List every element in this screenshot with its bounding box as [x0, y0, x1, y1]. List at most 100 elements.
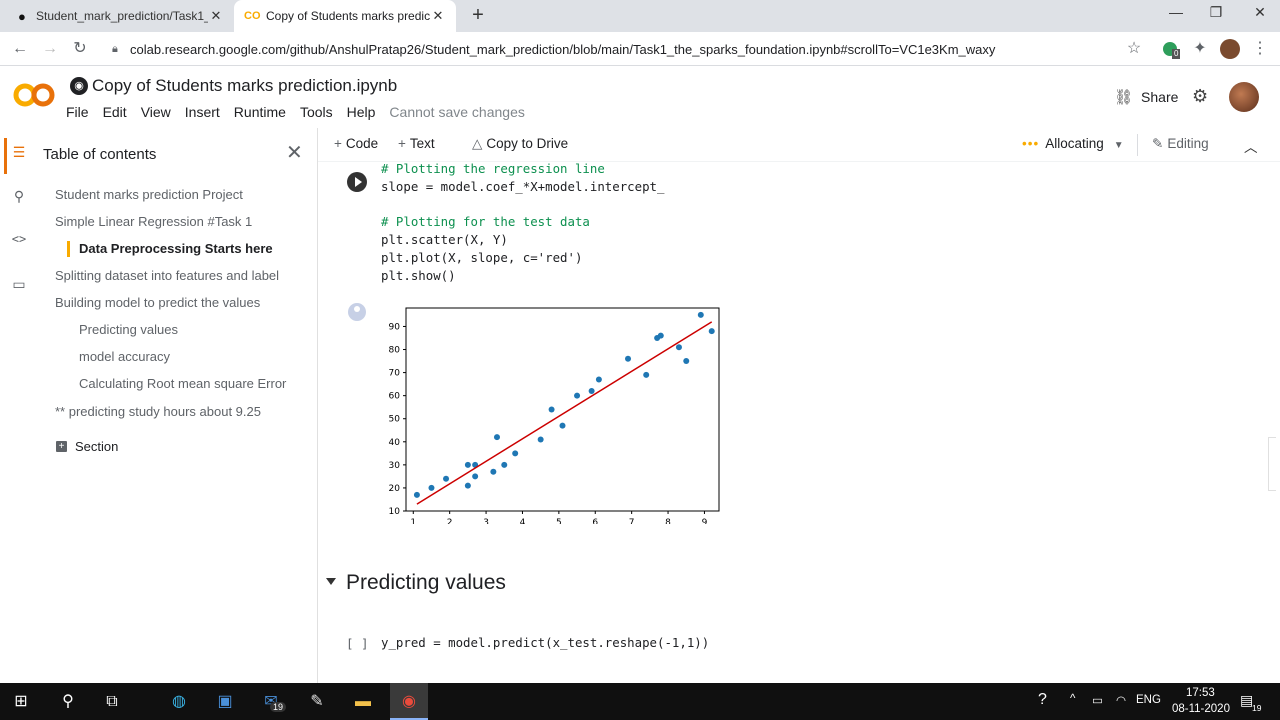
wifi-icon[interactable]: ◠ — [1116, 693, 1126, 707]
x-tick-label: 9 — [702, 518, 708, 524]
extensions-puzzle-icon[interactable]: ✦ — [1188, 37, 1212, 61]
chrome-icon[interactable]: ◉ — [396, 689, 422, 715]
search-icon[interactable]: ⚲ — [55, 689, 81, 715]
close-icon[interactable]: ✕ — [286, 140, 303, 165]
browser-tab[interactable]: ● Student_mark_prediction/Task1_t ✕ — [8, 0, 234, 32]
collapse-chevron-up-icon[interactable]: ︿ — [1244, 136, 1258, 156]
url-text: colab.research.google.com/github/AnshulP… — [130, 41, 996, 57]
language-indicator[interactable]: ENG — [1136, 694, 1161, 706]
y-tick-label: 30 — [389, 461, 401, 471]
collapse-caret-icon[interactable] — [326, 578, 336, 585]
task-view-icon[interactable]: ⧉ — [99, 689, 125, 715]
scatter-point — [490, 468, 497, 475]
menu-runtime[interactable]: Runtime — [234, 104, 286, 120]
minimize-icon[interactable]: — — [1156, 4, 1196, 26]
code-snippets-icon[interactable]: <> — [8, 232, 30, 254]
scatter-point — [625, 355, 632, 362]
search-icon[interactable]: ⚲ — [8, 188, 30, 210]
browser-menu-icon[interactable]: ⋮ — [1248, 37, 1272, 61]
toc-item[interactable]: model accuracy — [79, 349, 170, 364]
menu-view[interactable]: View — [141, 104, 171, 120]
scatter-point — [675, 344, 682, 351]
colab-logo — [13, 83, 55, 107]
plot-frame — [405, 307, 720, 512]
toc-item[interactable]: Building model to predict the values — [55, 295, 260, 310]
plus-icon: + — [334, 136, 342, 151]
tray-chevron-up-icon[interactable]: ^ — [1070, 693, 1075, 705]
menu-insert[interactable]: Insert — [185, 104, 220, 120]
settings-gear-icon[interactable]: ⚙ — [1192, 86, 1208, 107]
help-icon[interactable]: ? — [1038, 691, 1047, 709]
clock-date[interactable]: 08-11-2020 — [1172, 703, 1230, 715]
folder-icon[interactable]: ▭ — [8, 276, 30, 298]
toc-item[interactable]: Splitting dataset into features and labe… — [55, 268, 279, 283]
y-tick-label: 70 — [389, 369, 401, 379]
store-icon[interactable]: ▣ — [212, 689, 238, 715]
table-of-contents-panel: Table of contents ✕ Student marks predic… — [40, 128, 318, 683]
y-tick-label: 90 — [389, 322, 401, 332]
editing-mode-button[interactable]: ✎ Editing — [1152, 136, 1209, 152]
section-heading[interactable]: Predicting values — [318, 570, 1280, 600]
menu-tools[interactable]: Tools — [300, 104, 333, 120]
toc-item-active[interactable]: Data Preprocessing Starts here — [79, 241, 273, 256]
windows-start-icon[interactable]: ⊞ — [8, 689, 34, 715]
close-window-icon[interactable]: ✕ — [1240, 4, 1280, 26]
code-line[interactable]: plt.plot(X, slope, c='red') — [381, 249, 582, 267]
new-tab-button[interactable]: + — [466, 4, 490, 28]
add-code-button[interactable]: + Code — [334, 136, 378, 151]
maximize-icon[interactable]: ❐ — [1196, 4, 1236, 26]
bookmark-star-icon[interactable]: ☆ — [1122, 37, 1146, 61]
browser-tab-active[interactable]: CO Copy of Students marks predicti ✕ — [234, 0, 456, 32]
menu-edit[interactable]: Edit — [103, 104, 127, 120]
toc-item[interactable]: Calculating Root mean square Error — [79, 376, 286, 391]
back-icon[interactable]: ← — [8, 37, 32, 61]
close-tab-icon[interactable]: ✕ — [430, 8, 446, 24]
edge-icon[interactable]: ◍ — [166, 689, 192, 715]
menu-help[interactable]: Help — [347, 104, 376, 120]
code-line[interactable]: y_pred = model.predict(x_test.reshape(-1… — [381, 634, 709, 652]
runtime-status-button[interactable]: ••• Allocating ▼ — [1022, 136, 1128, 151]
file-explorer-icon[interactable]: ▬ — [350, 689, 376, 715]
toc-item[interactable]: Student marks prediction Project — [55, 187, 243, 202]
add-text-button[interactable]: + Text — [398, 136, 435, 151]
notification-badge: 19 — [1252, 703, 1262, 713]
battery-icon[interactable]: ▭ — [1092, 693, 1103, 707]
toc-item[interactable]: Simple Linear Regression #Task 1 — [55, 214, 252, 229]
extension-icon[interactable]: 0 — [1158, 37, 1182, 61]
scrollbar-hint[interactable] — [1268, 437, 1276, 491]
code-line[interactable]: # Plotting the regression line — [381, 162, 605, 178]
notebook-title[interactable]: ◉ Copy of Students marks prediction.ipyn… — [70, 76, 397, 96]
code-line[interactable]: plt.show() — [381, 267, 456, 285]
close-tab-icon[interactable]: ✕ — [208, 8, 224, 24]
user-avatar[interactable] — [1229, 82, 1259, 112]
add-section-button[interactable]: + Section — [56, 439, 118, 454]
tab-title: Student_mark_prediction/Task1_t — [36, 9, 208, 23]
y-tick-label: 20 — [389, 484, 401, 494]
clock-time[interactable]: 17:53 — [1186, 687, 1215, 699]
copy-to-drive-button[interactable]: △ Copy to Drive — [472, 136, 568, 152]
scatter-point — [657, 332, 664, 339]
run-cell-button[interactable] — [347, 172, 367, 192]
code-line[interactable]: # Plotting for the test data — [381, 213, 590, 231]
toc-item[interactable]: ** predicting study hours about 9.25 — [55, 404, 261, 419]
menu-file[interactable]: File — [66, 104, 89, 120]
paint-icon[interactable]: ✎ — [304, 689, 330, 715]
profile-icon[interactable] — [1218, 37, 1242, 61]
scatter-point — [683, 358, 690, 365]
forward-icon[interactable]: → — [38, 37, 62, 61]
colab-header: ◉ Copy of Students marks prediction.ipyn… — [0, 66, 1280, 128]
reload-icon[interactable]: ↻ — [68, 37, 92, 61]
output-icon[interactable] — [348, 303, 366, 321]
cell-run-bracket[interactable]: [ ] — [346, 636, 369, 651]
toc-list-icon[interactable]: ☰ — [8, 144, 30, 166]
code-line[interactable]: plt.scatter(X, Y) — [381, 231, 508, 249]
scatter-point — [548, 406, 555, 413]
toc-item[interactable]: Predicting values — [79, 322, 178, 337]
plus-icon: + — [56, 441, 67, 452]
y-tick-label: 10 — [389, 507, 401, 517]
address-bar[interactable]: 🔒︎ colab.research.google.com/github/Ansh… — [112, 37, 1142, 61]
dots-icon: ••• — [1022, 136, 1040, 151]
scatter-point — [697, 311, 704, 318]
share-button[interactable]: ⛓︎ Share — [1114, 88, 1178, 106]
code-line[interactable]: slope = model.coef_*X+model.intercept_ — [381, 178, 664, 196]
